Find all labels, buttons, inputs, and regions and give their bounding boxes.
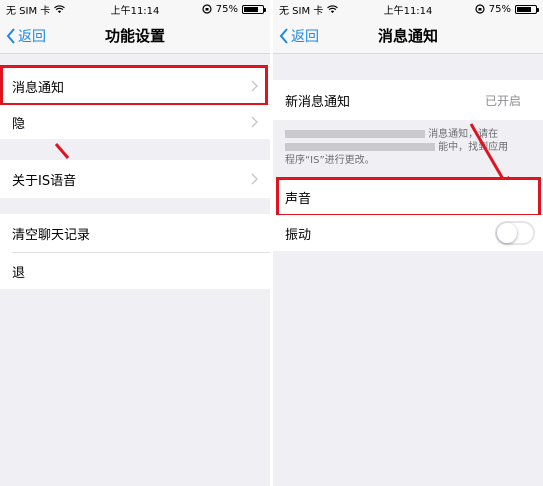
settings-item-about[interactable]: 关于IS语音 bbox=[0, 160, 270, 198]
chevron-right-icon bbox=[251, 116, 258, 128]
battery-percent: 75% bbox=[488, 3, 511, 15]
vibrate-row: 振动 bbox=[273, 215, 543, 251]
battery-icon bbox=[242, 4, 266, 14]
blurred-text bbox=[285, 130, 425, 138]
wifi-icon bbox=[327, 4, 339, 13]
new-message-status: 已开启 bbox=[484, 93, 521, 108]
chevron-left-icon bbox=[6, 27, 15, 44]
battery-percent: 75% bbox=[215, 3, 238, 15]
settings-item-privacy[interactable]: 隐 bbox=[0, 105, 270, 139]
settings-screen: 无 SIM 卡 上午11:14 75% 返回 功能设置 消息通知 隐 关于IS语… bbox=[0, 0, 270, 486]
vibrate-toggle[interactable] bbox=[495, 221, 535, 245]
blurred-text bbox=[285, 143, 435, 151]
carrier-label: 无 SIM 卡 bbox=[279, 5, 324, 17]
settings-item-logout[interactable]: 退 bbox=[0, 253, 270, 289]
carrier-label: 无 SIM 卡 bbox=[6, 5, 51, 17]
back-label: 返回 bbox=[18, 28, 46, 45]
highlight-box bbox=[0, 65, 268, 106]
new-message-notification-row[interactable]: 新消息通知 已开启 bbox=[273, 80, 543, 120]
vibrate-label: 振动 bbox=[285, 227, 312, 243]
status-bar: 无 SIM 卡 上午11:14 75% bbox=[0, 0, 270, 18]
nav-bar: 返回 功能设置 bbox=[0, 18, 270, 54]
red-arrow-annotation bbox=[54, 143, 70, 159]
back-label: 返回 bbox=[291, 28, 319, 45]
orientation-lock-icon bbox=[202, 4, 212, 14]
wifi-icon bbox=[54, 4, 66, 13]
battery-icon bbox=[515, 4, 539, 14]
highlight-box bbox=[276, 177, 541, 217]
settings-item-label: 清空聊天记录 bbox=[12, 228, 91, 243]
orientation-lock-icon bbox=[475, 4, 485, 14]
settings-item-label: 隐 bbox=[12, 116, 26, 132]
toggle-knob bbox=[497, 223, 517, 243]
status-bar: 无 SIM 卡 上午11:14 75% bbox=[273, 0, 543, 18]
nav-bar: 返回 消息通知 bbox=[273, 18, 543, 54]
back-button[interactable]: 返回 bbox=[279, 26, 319, 46]
settings-item-label: 退 bbox=[12, 265, 26, 281]
new-message-label: 新消息通知 bbox=[285, 94, 351, 110]
chevron-right-icon bbox=[251, 173, 258, 185]
back-button[interactable]: 返回 bbox=[6, 26, 46, 46]
notifications-screen: 无 SIM 卡 上午11:14 75% 返回 消息通知 新消息通知 已开启 消息… bbox=[273, 0, 543, 486]
settings-item-label: 关于IS语音 bbox=[12, 173, 77, 189]
chevron-left-icon bbox=[279, 27, 288, 44]
settings-item-clear-history[interactable]: 清空聊天记录 bbox=[0, 214, 270, 253]
